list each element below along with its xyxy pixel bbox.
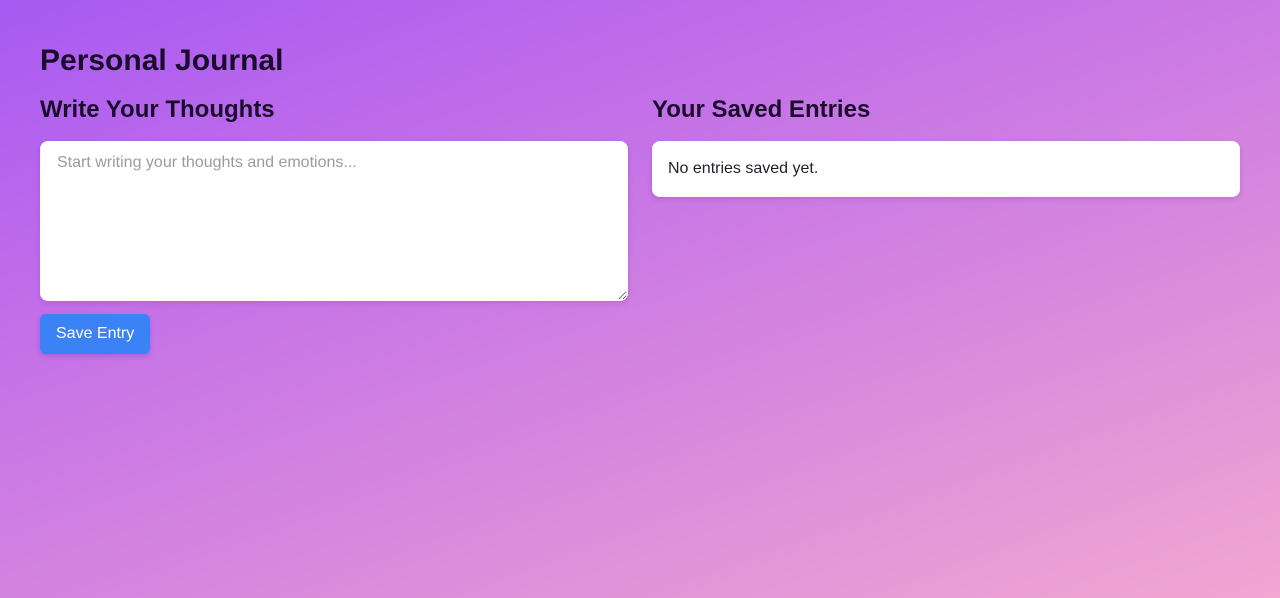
saved-entries-panel: No entries saved yet. (652, 141, 1240, 197)
journal-page: Personal Journal Write Your Thoughts Sav… (40, 0, 1240, 598)
editor-section: Write Your Thoughts Save Entry (40, 94, 628, 354)
journal-entry-input[interactable] (40, 141, 628, 301)
editor-heading: Write Your Thoughts (40, 96, 275, 123)
page-title: Personal Journal (40, 44, 284, 77)
empty-entries-message: No entries saved yet. (668, 160, 819, 177)
saved-entries-heading: Your Saved Entries (652, 96, 871, 123)
save-entry-button[interactable]: Save Entry (40, 314, 151, 354)
saved-entries-section: Your Saved Entries No entries saved yet. (652, 94, 1240, 197)
